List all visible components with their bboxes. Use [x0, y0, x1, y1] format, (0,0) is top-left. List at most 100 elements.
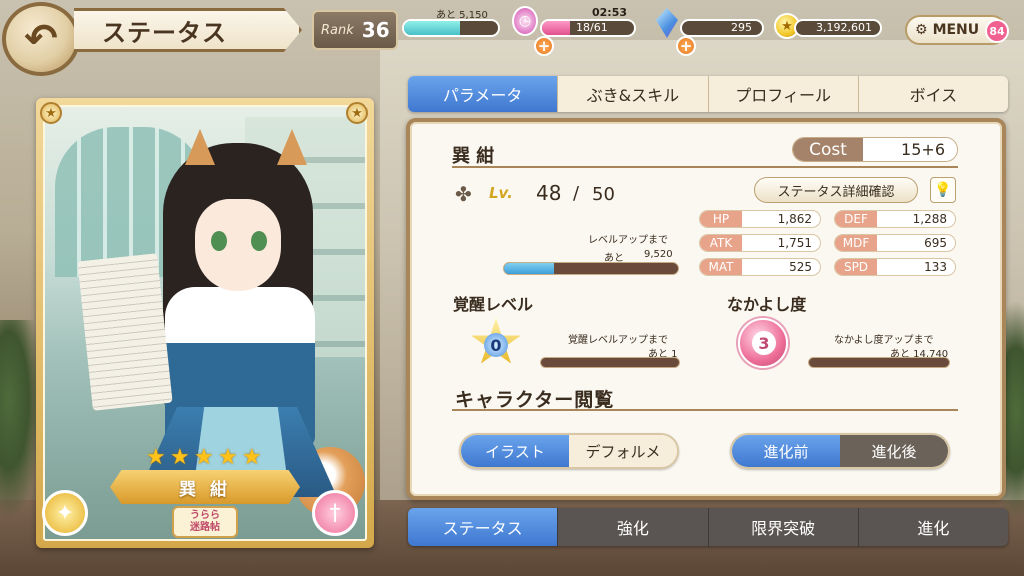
coin-count: 3,192,601 — [794, 19, 882, 37]
menu-label: MENU — [932, 22, 980, 38]
levelup-fill — [504, 263, 555, 274]
stamina-bar: 18/61 — [540, 19, 636, 37]
star-icon: ★ — [218, 445, 238, 470]
character-browse-title: キャラクター閲覧 — [455, 389, 615, 411]
stamina-fill — [542, 21, 570, 35]
card-corner-star-icon: ★ — [346, 102, 368, 124]
level-max: 50 — [592, 184, 615, 205]
stamina-text: 18/61 — [576, 21, 608, 34]
class-button[interactable]: † — [312, 490, 358, 536]
cost-display: Cost 15+6 — [792, 137, 958, 162]
stat-hp: HP 1,862 — [699, 210, 821, 228]
level-label: Lv. — [489, 184, 513, 202]
gem-plus-button[interactable]: + — [676, 36, 696, 56]
tab-weapon-skill[interactable]: ぶき&スキル — [558, 76, 709, 112]
status-tabs: パラメータ ぶき&スキル プロフィール ボイス — [408, 76, 1008, 112]
awaken-label: 覚醒レベルアップまで — [568, 335, 668, 346]
tab-limit-break[interactable]: 限界突破 — [709, 508, 859, 546]
cost-value: 15+6 — [863, 138, 957, 161]
clover-icon: ✤ — [455, 182, 472, 206]
illustration-eye — [211, 231, 227, 251]
bottom-tabs: ステータス 強化 限界突破 進化 — [408, 508, 1008, 546]
rank-exp-fill — [404, 21, 461, 35]
character-card: ★ ★ ★ ★ ★ ★ ★ 巽 紺 うらら 迷路帖 ✦ † — [36, 98, 374, 548]
deformed-option[interactable]: デフォルメ — [569, 435, 677, 467]
stat-key: MAT — [700, 259, 742, 275]
rank-exp-bar — [402, 19, 500, 37]
stat-value: 1,862 — [777, 212, 812, 226]
evolution-toggle: 進化前 進化後 — [730, 433, 950, 469]
stamina-clock-icon: ◷ — [512, 6, 538, 36]
stat-value: 525 — [789, 260, 812, 274]
character-name: 巽 紺 — [452, 146, 495, 167]
element-button[interactable]: ✦ — [42, 490, 88, 536]
stamina-timer: 02:53 — [592, 6, 628, 19]
stat-key: ATK — [700, 235, 742, 251]
friendship-level: 3 — [752, 331, 776, 355]
illustration-eye — [251, 231, 267, 251]
level-separator: / — [573, 183, 580, 204]
stat-value: 1,288 — [912, 212, 947, 226]
stat-value: 1,751 — [777, 236, 812, 250]
tab-voice[interactable]: ボイス — [859, 76, 1008, 112]
illustration-newspaper — [77, 253, 173, 411]
back-button[interactable]: ↶ — [2, 2, 80, 76]
friendship-bar — [808, 357, 950, 368]
awaken-level: 0 — [484, 333, 508, 357]
tab-status[interactable]: ステータス — [408, 508, 559, 546]
illustration-option[interactable]: イラスト — [461, 435, 569, 467]
menu-badge: 84 — [985, 19, 1009, 43]
friendship-title: なかよし度 — [727, 295, 807, 314]
star-icon: ★ — [194, 445, 214, 470]
view-mode-toggle: イラスト デフォルメ — [459, 433, 679, 469]
after-evolution-option[interactable]: 進化後 — [840, 435, 948, 467]
star-icon: ★ — [146, 445, 166, 470]
divider — [452, 409, 958, 411]
back-arrow-icon: ↶ — [24, 16, 58, 62]
cost-label: Cost — [793, 138, 863, 161]
levelup-bar — [503, 262, 679, 275]
stamina-plus-button[interactable]: + — [534, 36, 554, 56]
star-icon: ★ — [170, 445, 190, 470]
stat-key: SPD — [835, 259, 877, 275]
friendship-label: なかよし度アップまで — [834, 335, 934, 346]
emblem-line: うらら — [190, 510, 220, 521]
tab-profile[interactable]: プロフィール — [709, 76, 859, 112]
rank-box: Rank 36 — [312, 10, 398, 50]
stat-spd: SPD 133 — [834, 258, 956, 276]
stat-key: HP — [700, 211, 742, 227]
page-title: ステータス — [74, 8, 302, 52]
series-emblem: うらら 迷路帖 — [172, 506, 238, 538]
stat-def: DEF 1,288 — [834, 210, 956, 228]
rank-label: Rank — [321, 22, 354, 38]
before-evolution-option[interactable]: 進化前 — [732, 435, 840, 467]
rank-value: 36 — [361, 18, 390, 42]
gem-count: 295 — [680, 19, 764, 37]
divider — [452, 166, 958, 168]
illustration-face — [195, 199, 281, 291]
stat-key: MDF — [835, 235, 877, 251]
card-corner-star-icon: ★ — [40, 102, 62, 124]
card-name-ribbon: 巽 紺 — [110, 470, 300, 504]
stat-mdf: MDF 695 — [834, 234, 956, 252]
stat-atk: ATK 1,751 — [699, 234, 821, 252]
tab-enhance[interactable]: 強化 — [558, 508, 709, 546]
level-current: 48 — [536, 181, 562, 205]
stat-key: DEF — [835, 211, 877, 227]
awaken-title: 覚醒レベル — [453, 295, 534, 314]
tab-parameters[interactable]: パラメータ — [408, 76, 559, 112]
levelup-label: レベルアップまで — [588, 235, 668, 246]
star-icon: ★ — [242, 445, 262, 470]
status-detail-button[interactable]: ステータス詳細確認 — [754, 177, 918, 203]
emblem-line: 迷路帖 — [190, 522, 220, 533]
gear-icon: ⚙ — [915, 22, 928, 38]
stat-mat: MAT 525 — [699, 258, 821, 276]
gem-icon — [656, 8, 678, 38]
lightbulb-icon[interactable]: 💡 — [930, 177, 956, 203]
stat-value: 133 — [924, 260, 947, 274]
rarity-stars: ★ ★ ★ ★ ★ — [140, 447, 270, 469]
awaken-bar — [540, 357, 680, 368]
tab-evolve[interactable]: 進化 — [859, 508, 1008, 546]
stat-value: 695 — [924, 236, 947, 250]
levelup-remaining-value: 9,520 — [644, 249, 673, 260]
